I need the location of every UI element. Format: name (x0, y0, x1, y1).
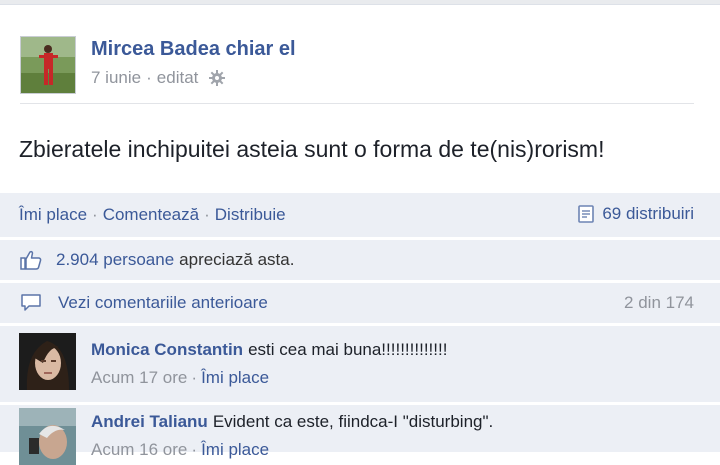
like-link[interactable]: Îmi place (19, 205, 87, 224)
commenter-avatar[interactable] (19, 408, 76, 465)
comment-link[interactable]: Comentează (103, 205, 199, 224)
comment-bubble-icon (21, 294, 41, 311)
comment-meta: Acum 17 ore · Îmi place (91, 368, 269, 388)
comment-text: esti cea mai buna!!!!!!!!!!!!!! (248, 340, 448, 359)
likes-bar: 2.904 persoane apreciază asta. (0, 240, 720, 280)
comment-like-link[interactable]: Îmi place (201, 440, 269, 459)
comment-body: Monica Constantin esti cea mai buna!!!!!!… (91, 340, 447, 360)
post-actions-bar: Îmi place · Comentează · Distribuie 69 distr… (0, 193, 720, 237)
post-message: Zbieratele inchipuitei asteia sunt o for… (19, 136, 605, 162)
shares-count: 69 distribuiri (602, 204, 694, 223)
comment-time[interactable]: Acum 17 ore (91, 368, 187, 387)
commenter-photo (19, 333, 76, 390)
comments-pager: 2 din 174 (624, 293, 694, 312)
share-link[interactable]: Distribuie (215, 205, 286, 224)
action-links: Îmi place · Comentează · Distribuie (19, 205, 286, 225)
meta-separator: · (191, 368, 198, 387)
comment-item: Monica Constantin esti cea mai buna!!!!!!… (0, 326, 720, 402)
likes-text: apreciază asta. (179, 250, 295, 269)
post-meta: 7 iunie · editat (91, 68, 226, 88)
action-separator: · (204, 205, 210, 224)
comment-item: Andrei Talianu Evident ca este, fiindca-I… (0, 405, 720, 465)
comment-meta: Acum 16 ore · Îmi place (91, 440, 269, 460)
action-separator: · (92, 205, 98, 224)
share-document-icon (578, 205, 595, 223)
comment-body: Andrei Talianu Evident ca este, fiindca-I… (91, 412, 493, 432)
view-previous-comments[interactable]: Vezi comentariile anterioare (20, 293, 268, 313)
comment-time[interactable]: Acum 16 ore (91, 440, 187, 459)
comment-text: Evident ca este, fiindca-I "disturbing". (212, 412, 494, 431)
meta-separator: · (191, 440, 198, 459)
post-author-link[interactable]: Mircea Badea chiar el (91, 38, 296, 61)
comment-author-link[interactable]: Andrei Talianu (91, 412, 208, 431)
comment-like-link[interactable]: Îmi place (201, 368, 269, 387)
commenter-photo (19, 408, 76, 465)
likes-summary: 2.904 persoane apreciază asta. (20, 250, 294, 270)
post-date[interactable]: 7 iunie (91, 68, 141, 88)
header-divider (20, 103, 694, 104)
author-avatar[interactable] (20, 36, 76, 94)
thumbs-up-icon (20, 250, 42, 270)
author-photo (21, 37, 75, 93)
commenter-avatar[interactable] (19, 333, 76, 390)
meta-separator: · (146, 68, 152, 87)
gear-icon[interactable] (208, 69, 226, 87)
edited-label: editat (156, 68, 199, 87)
likes-count[interactable]: 2.904 persoane (56, 250, 174, 270)
previous-comments-bar: Vezi comentariile anterioare 2 din 174 (0, 283, 720, 323)
view-previous-label: Vezi comentariile anterioare (58, 293, 268, 312)
shares-count-link[interactable]: 69 distribuiri (576, 204, 694, 224)
comment-author-link[interactable]: Monica Constantin (91, 340, 243, 359)
